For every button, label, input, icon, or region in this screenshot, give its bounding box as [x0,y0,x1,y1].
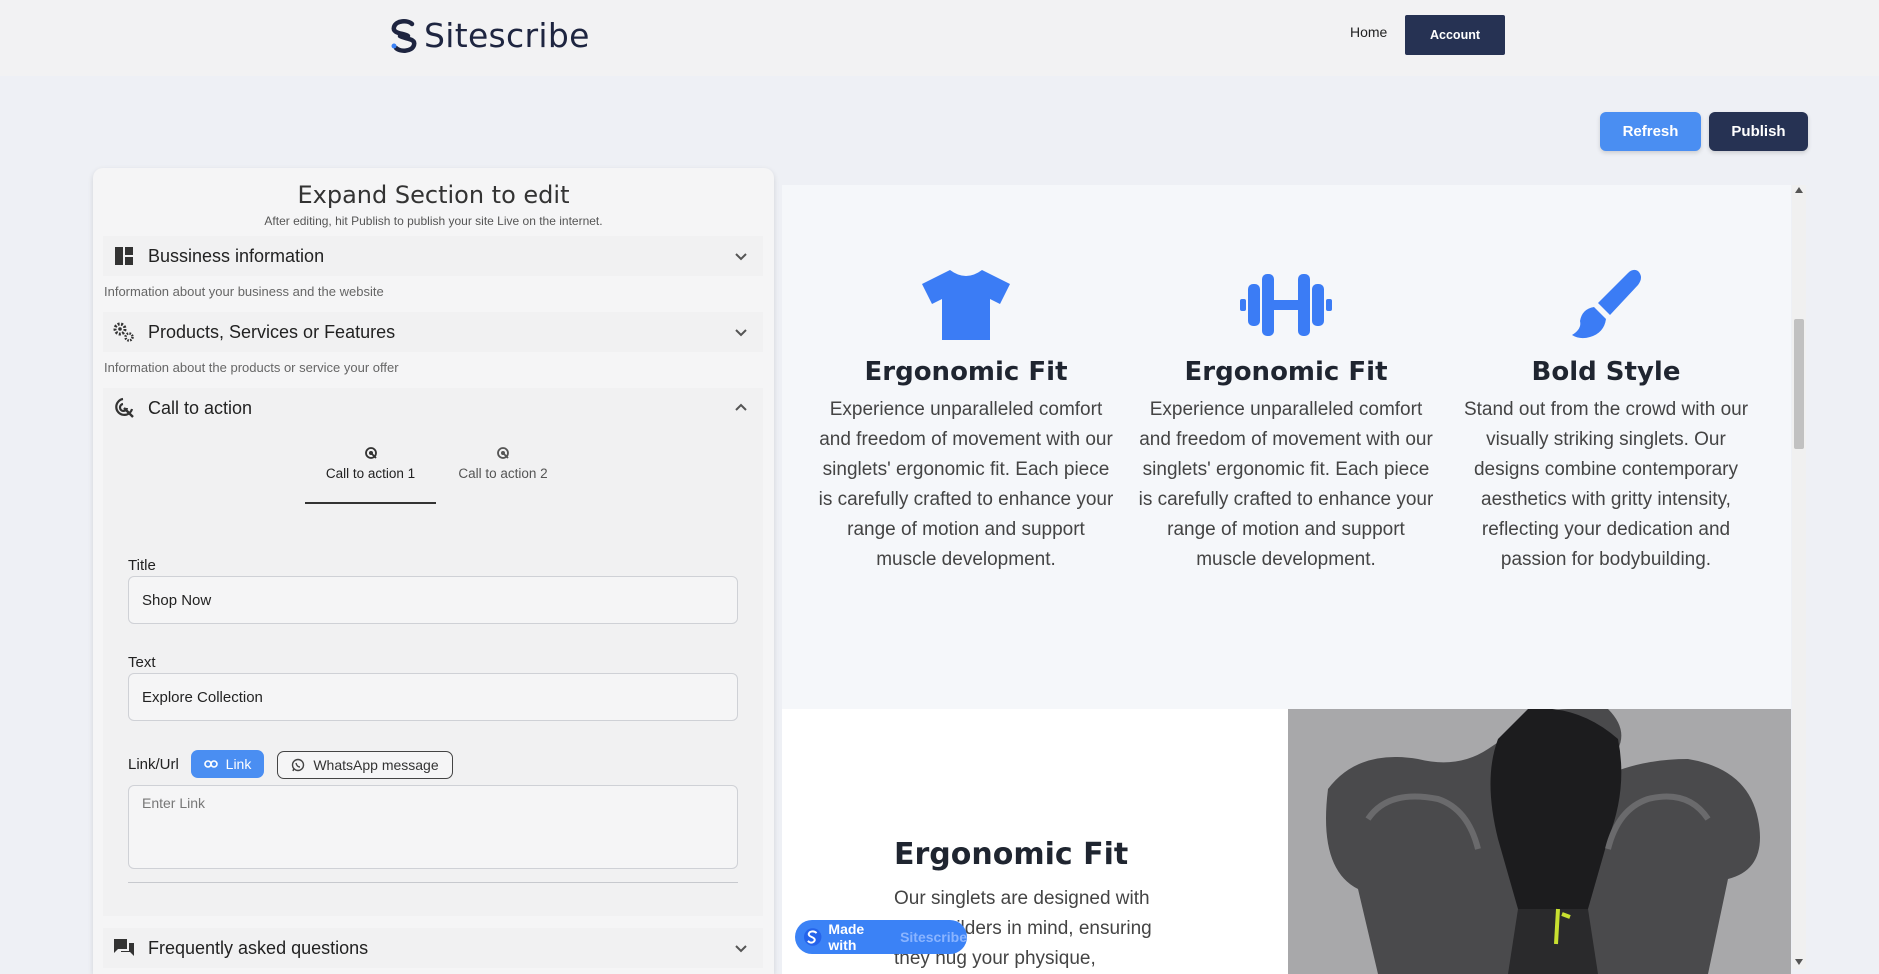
scroll-down-arrow[interactable] [1795,959,1803,965]
section-label: Frequently asked questions [148,937,369,958]
active-tab-indicator [305,502,436,504]
brand-logo[interactable]: Sitescribe [388,16,590,55]
link-url-input[interactable]: Enter Link [128,785,738,869]
section-label: Products, Services or Features [148,321,396,342]
brand-name: Sitescribe [424,16,590,55]
refresh-button[interactable]: Refresh [1600,112,1701,151]
whatsapp-icon [292,758,305,772]
scroll-up-arrow[interactable] [1795,187,1803,193]
title-input[interactable]: Shop Now [128,576,738,624]
chat-bubbles-icon [113,937,135,959]
title-field-label: Title [128,557,156,574]
scroll-thumb[interactable] [1794,319,1804,449]
sitescribe-logo-icon [803,928,822,946]
section-label: Call to action [148,397,253,418]
sitescribe-logo-icon [391,18,417,53]
editor-panel: Expand Section to edit After editing, hi… [93,168,774,974]
detail-title: Ergonomic Fit [894,837,1129,872]
publish-button[interactable]: Publish [1709,112,1808,151]
tab-label: Call to action 2 [458,466,548,481]
section-business-info[interactable]: Bussiness information [103,236,763,276]
chevron-down-icon [735,945,747,953]
chevron-up-icon [735,403,747,411]
text-field-label: Text [128,654,156,671]
click-target-icon [113,397,135,419]
feature-text: Experience unparalleled comfort and free… [1138,399,1434,570]
badge-prefix: Made with [828,921,865,953]
feature-card: Ergonomic Fit Experience unparalleled co… [816,265,1116,575]
feature-text: Stand out from the crowd with our visual… [1463,399,1749,570]
site-preview[interactable]: Ergonomic Fit Experience unparalleled co… [782,185,1791,974]
nav-account-button[interactable]: Account [1405,15,1505,55]
badge-brand: Sitescribe [900,929,967,945]
made-with-badge[interactable]: Made with Sitescribe [795,920,967,954]
chevron-down-icon [735,253,747,261]
link-type-link-chip[interactable]: Link [191,750,264,778]
dashboard-icon [113,245,135,267]
chevron-down-icon [735,329,747,337]
section-label: Bussiness information [148,245,325,266]
tab-call-to-action-1[interactable]: Call to action 1 [307,446,434,481]
target-icon [364,447,377,459]
feature-title: Ergonomic Fit [864,357,1068,387]
feature-card: Bold Style Stand out from the crowd with… [1456,265,1756,575]
preview-scrollbar[interactable] [1792,185,1806,969]
section-faq[interactable]: Frequently asked questions [103,928,763,968]
nav-home-link[interactable]: Home [1350,24,1387,40]
section-description: Information about your business and the … [104,284,384,299]
tab-call-to-action-2[interactable]: Call to action 2 [448,446,558,481]
text-input[interactable]: Explore Collection [128,673,738,721]
link-type-whatsapp-chip[interactable]: WhatsApp message [277,751,453,779]
paintbrush-icon [1456,265,1756,345]
tshirt-icon [816,265,1116,345]
section-call-to-action[interactable]: Call to action [103,388,763,428]
section-products[interactable]: Products, Services or Features [103,312,763,352]
dumbbell-icon [1136,265,1436,345]
feature-title: Ergonomic Fit [1184,357,1388,387]
top-navbar: Sitescribe Home Account [0,0,1879,76]
gears-icon [113,321,135,343]
tab-label: Call to action 1 [325,466,416,481]
feature-card: Ergonomic Fit Experience unparalleled co… [1136,265,1436,575]
chip-label: WhatsApp message [313,757,439,773]
section-divider [128,882,738,883]
panel-subtitle: After editing, hit Publish to publish yo… [264,214,603,228]
feature-text: Experience unparalleled comfort and free… [818,399,1114,570]
panel-title: Expand Section to edit [297,181,570,209]
target-icon [497,447,509,459]
link-field-label: Link/Url [128,756,179,773]
feature-title: Bold Style [1531,357,1681,387]
model-photo [1288,709,1791,974]
chip-label: Link [225,756,252,772]
section-description: Information about the products or servic… [104,360,399,375]
link-icon [203,760,218,768]
